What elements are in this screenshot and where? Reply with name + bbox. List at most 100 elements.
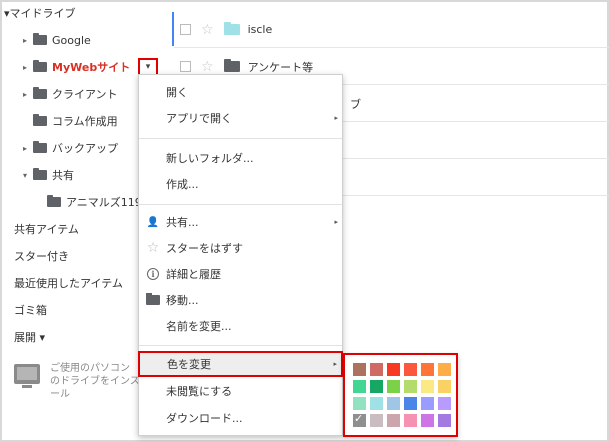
folder-icon	[33, 33, 47, 45]
folder-icon	[223, 59, 240, 72]
star-icon[interactable]: ☆	[201, 59, 214, 75]
menu-item-label: 名前を変更...	[166, 320, 232, 333]
folder-icon	[33, 168, 47, 180]
color-swatch[interactable]: ✓	[353, 412, 366, 427]
folder-icon	[33, 60, 47, 72]
sidebar-starred[interactable]: スター付き	[14, 245, 69, 267]
expand-arrow-icon[interactable]: ▸	[20, 90, 30, 99]
folder-icon	[33, 114, 47, 126]
color-swatch[interactable]	[387, 380, 400, 393]
menu-item-change-color[interactable]: 色を変更 ▸	[138, 351, 343, 377]
menu-item-new-folder[interactable]: 新しいフォルダ...	[139, 145, 342, 171]
color-swatch[interactable]	[404, 363, 417, 376]
sidebar-recent[interactable]: 最近使用したアイテム	[14, 272, 123, 294]
menu-item-share[interactable]: 👤 共有... ▸	[139, 209, 342, 235]
menu-item-label: ダウンロード...	[166, 412, 243, 425]
menu-item-label: 開く	[166, 86, 188, 99]
color-swatch-grid: ✓	[353, 363, 456, 427]
menu-item-label: 作成...	[166, 178, 199, 191]
promo-text: ご使用のパソコン のドライブをインス ール	[50, 363, 140, 400]
file-row[interactable]: ☆ iscle	[174, 12, 609, 48]
star-icon[interactable]: ☆	[201, 22, 214, 38]
menu-item-unstar[interactable]: ☆ スターをはずす	[139, 235, 342, 261]
menu-item-label: 新しいフォルダ...	[166, 152, 254, 165]
color-swatch[interactable]	[353, 363, 366, 376]
color-swatch[interactable]	[438, 414, 451, 427]
menu-item-open-with[interactable]: アプリで開く ▸	[139, 105, 342, 131]
menu-item-details[interactable]: i 詳細と履歴	[139, 261, 342, 287]
folder-icon	[223, 22, 240, 35]
color-swatch[interactable]	[421, 414, 434, 427]
color-swatch[interactable]	[421, 397, 434, 410]
sidebar-item-column[interactable]: コラム作成用	[20, 110, 118, 132]
color-swatch[interactable]	[438, 363, 451, 376]
add-person-icon: 👤	[146, 216, 160, 228]
sidebar-expand[interactable]: 展開 ▾	[14, 326, 45, 348]
color-swatch[interactable]	[387, 363, 400, 376]
collapse-arrow-icon[interactable]: ▾	[20, 171, 30, 180]
menu-divider	[139, 204, 342, 205]
sidebar-item-label: 共有	[52, 169, 74, 182]
menu-divider	[139, 138, 342, 139]
sidebar-my-drive[interactable]: ▾マイドライブ	[4, 2, 76, 24]
menu-item-label: 未閲覧にする	[166, 385, 233, 398]
color-swatch[interactable]	[404, 380, 417, 393]
color-swatch[interactable]	[370, 397, 383, 410]
menu-item-label: 移動...	[166, 294, 199, 307]
file-name[interactable]: ブ	[350, 96, 361, 112]
expand-arrow-icon[interactable]: ▸	[20, 144, 30, 153]
color-swatch[interactable]	[404, 397, 417, 410]
color-swatch[interactable]	[353, 380, 366, 393]
submenu-arrow-icon: ▸	[333, 360, 337, 368]
sidebar-item-backup[interactable]: ▸ バックアップ	[20, 137, 118, 159]
sidebar-item-label: バックアップ	[52, 142, 118, 155]
sidebar-item-animals[interactable]: アニマルズ119	[34, 191, 142, 213]
menu-item-mark-unviewed[interactable]: 未閲覧にする	[139, 378, 342, 404]
sidebar-item-google[interactable]: ▸ Google	[20, 29, 91, 51]
color-swatch[interactable]	[421, 363, 434, 376]
color-swatch[interactable]	[370, 363, 383, 376]
sidebar-item-client[interactable]: ▸ クライアント	[20, 83, 118, 105]
monitor-icon	[14, 364, 40, 388]
color-swatch[interactable]	[421, 380, 434, 393]
sidebar-item-label: MyWebサイト	[52, 61, 131, 74]
row-checkbox[interactable]	[180, 24, 191, 35]
color-swatch[interactable]	[404, 414, 417, 427]
color-swatch[interactable]	[438, 397, 451, 410]
file-name[interactable]: iscle	[248, 23, 273, 36]
star-icon: ☆	[146, 240, 160, 256]
sidebar-item-label: アニマルズ119	[66, 196, 142, 209]
folder-icon	[146, 293, 160, 305]
folder-icon	[33, 87, 47, 99]
sidebar-item-mywebsite[interactable]: ▸ MyWebサイト	[20, 56, 130, 78]
color-palette: ✓	[343, 353, 458, 437]
menu-item-label: スターをはずす	[166, 242, 243, 255]
menu-item-label: 共有...	[166, 216, 199, 229]
expand-arrow-icon[interactable]: ▸	[20, 36, 30, 45]
menu-item-open[interactable]: 開く	[139, 79, 342, 105]
menu-item-download[interactable]: ダウンロード...	[139, 405, 342, 431]
menu-item-create[interactable]: 作成...	[139, 171, 342, 197]
color-swatch[interactable]	[387, 414, 400, 427]
submenu-arrow-icon: ▸	[334, 114, 338, 122]
sidebar-trash[interactable]: ゴミ箱	[14, 299, 47, 321]
row-checkbox[interactable]	[180, 61, 191, 72]
menu-item-move[interactable]: 移動...	[139, 287, 342, 313]
color-swatch[interactable]	[370, 380, 383, 393]
menu-item-label: 色を変更	[167, 358, 211, 371]
check-icon: ✓	[354, 412, 364, 425]
context-menu: 開く アプリで開く ▸ 新しいフォルダ... 作成... 👤 共有... ▸ ☆ ス…	[138, 74, 343, 436]
expand-arrow-icon[interactable]: ▸	[20, 63, 30, 72]
sidebar-item-shared[interactable]: ▾ 共有	[20, 164, 74, 186]
color-swatch[interactable]	[353, 397, 366, 410]
sidebar-item-label: クライアント	[52, 88, 118, 101]
backup-promo[interactable]: ご使用のパソコン のドライブをインス ール	[14, 362, 144, 401]
menu-item-label: 詳細と履歴	[166, 268, 221, 281]
folder-icon	[47, 195, 61, 207]
menu-item-rename[interactable]: 名前を変更...	[139, 313, 342, 339]
color-swatch[interactable]	[370, 414, 383, 427]
color-swatch[interactable]	[438, 380, 451, 393]
sidebar-shared-items[interactable]: 共有アイテム	[14, 218, 79, 240]
color-swatch[interactable]	[387, 397, 400, 410]
file-name[interactable]: アンケート等	[248, 59, 314, 75]
